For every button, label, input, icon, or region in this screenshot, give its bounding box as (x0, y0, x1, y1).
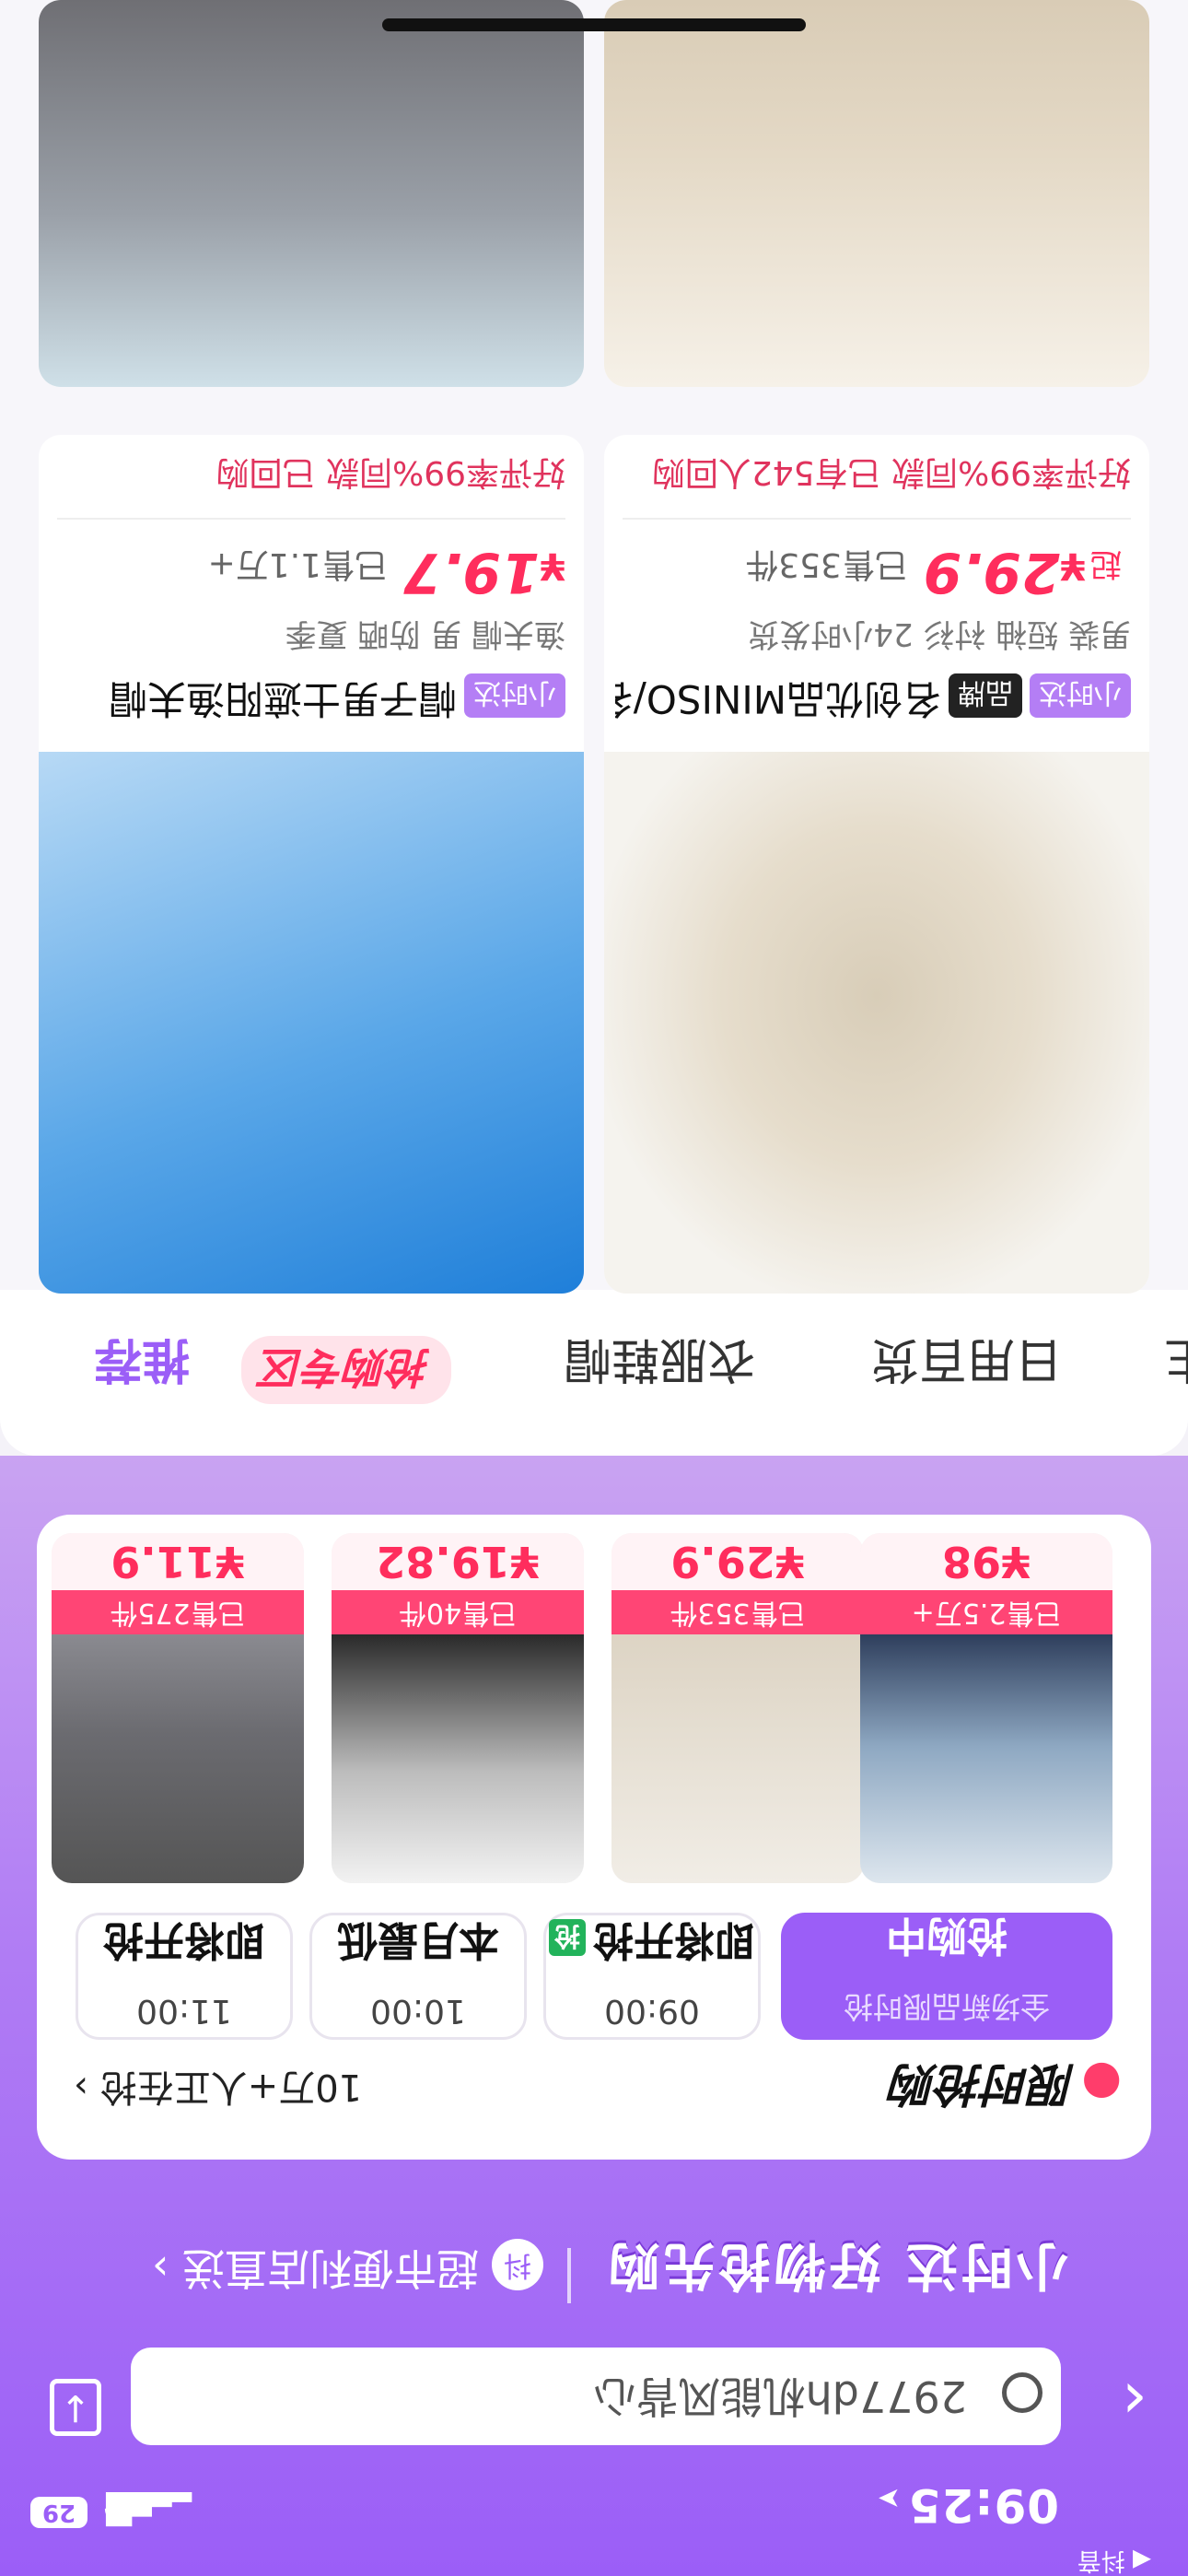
flash-item[interactable]: 已售40件 ¥19.82 (332, 1533, 584, 1883)
share-icon[interactable]: ↓ (50, 2379, 101, 2436)
sold-count: 已售353件 (745, 545, 908, 583)
store-logo-icon: 抖 (492, 2239, 543, 2291)
brand-badge: 品牌 (949, 673, 1022, 719)
product-card[interactable]: 小时达品牌名创优品MINISO/名 男装 短袖 衬衫 24小时发货 起 ¥29.… (604, 435, 1149, 1294)
flash-item[interactable]: 已售275件 ¥11.9 (52, 1533, 304, 1883)
flash-sale-more-text: 10万+人正在抢 (99, 2066, 363, 2108)
product-price-row: 起 ¥29.9 已售353件 (745, 540, 1131, 604)
slot-label: 抢购中 (886, 1912, 1007, 1959)
home-indicator (382, 18, 806, 31)
sold-tag: 已售40件 (332, 1590, 584, 1634)
clock: 09:25➤ (877, 2478, 1059, 2532)
hour-delivery-badge: 小时达 (464, 673, 565, 719)
flash-items: 已售275件 ¥11.9 已售40件 ¥19.82 已售353件 ¥29.9 已… (37, 1533, 1151, 1883)
product-review-note: 好评率99%同款 已有542人回购 (651, 453, 1131, 491)
product-image (860, 1634, 1112, 1883)
slot-label: 即将开抢 (103, 1916, 265, 1963)
item-price: ¥11.9 (52, 1533, 304, 1590)
item-price: ¥98 (860, 1533, 1112, 1590)
back-app-label: 抖音 (1077, 2547, 1125, 2574)
back-arrow-icon[interactable]: ‹ (1122, 2363, 1147, 2439)
wifi-icon: ◠ (102, 2491, 134, 2532)
product-image (332, 1634, 584, 1883)
product-price: 19.7 (403, 540, 541, 604)
sold-tag: 已售353件 (611, 1590, 864, 1634)
promo-store-link[interactable]: 抖超市便利店直送 › (152, 2239, 543, 2302)
promo-banner[interactable]: 小时达 好物抢先购 抖超市便利店直送 › (0, 2217, 1188, 2327)
product-image (39, 0, 584, 387)
product-title: 小时达帽子男士遮阳渔夫帽 (50, 673, 565, 730)
battery-level: 29 (41, 2499, 76, 2526)
time-slots: 11:00 即将开抢 10:00 本月最低 09:00 即将开抢抢 全场新品限时… (37, 1902, 1151, 2040)
flash-sale-more[interactable]: 10万+人正在抢 › (74, 2064, 362, 2117)
slot-label: 即将开抢 (593, 1916, 756, 1963)
product-image (52, 1634, 304, 1883)
currency: ¥ (540, 544, 565, 587)
product-tags: 男装 短袖 衬衫 24小时发货 (748, 615, 1131, 652)
slot-label: 本月最低 (337, 1916, 499, 1963)
search-input[interactable]: 2977dh机能风背心 (131, 2348, 1061, 2445)
flash-sale-card: ●限时抢购 10万+人正在抢 › 11:00 即将开抢 10:00 本月最低 0… (37, 1515, 1151, 2160)
sold-count: 已售1.1万+ (207, 545, 389, 583)
tab-more[interactable]: 生 (1164, 1329, 1188, 1399)
promo-divider (567, 2248, 571, 2303)
product-image (604, 0, 1149, 387)
fire-icon: ● (1081, 2057, 1122, 2111)
product-image (39, 752, 584, 1294)
location-arrow-icon: ➤ (876, 2482, 901, 2514)
product-price-row: ¥19.7 已售1.1万+ (208, 540, 565, 604)
product-image (611, 1634, 864, 1883)
slot-time: 09:00 (604, 1992, 700, 2030)
slot-chip: 抢 (549, 1919, 587, 1956)
search-query: 2977dh机能风背心 (593, 2371, 967, 2421)
product-review-note: 好评率99%同款 已回购 (215, 453, 565, 491)
product-price: 29.9 (924, 540, 1061, 604)
product-tags: 渔夫帽 男 防晒 夏季 (285, 615, 565, 652)
slot-active[interactable]: 全场新品限时抢 抢购中 (781, 1912, 1112, 2040)
slot-time: 11:00 (136, 1992, 232, 2030)
currency: ¥ (1060, 544, 1086, 587)
promo-left-text: 小时达 好物抢先购 (604, 2235, 1069, 2295)
back-to-app[interactable]: ◀ 抖音 (1077, 2546, 1151, 2576)
category-tabs: 推荐 抢购专区 衣服鞋帽 日用百货 生 (0, 1290, 1188, 1456)
flash-item[interactable]: 已售2.5万+ ¥98 (860, 1533, 1112, 1883)
promo-store-text: 超市便利店直送 (182, 2243, 479, 2293)
sold-tag: 已售2.5万+ (860, 1590, 1112, 1634)
slot-time: 10:00 (370, 1992, 466, 2030)
tab-daily-goods[interactable]: 日用百货 (871, 1329, 1063, 1399)
product-card-partial[interactable] (604, 0, 1149, 387)
hour-delivery-badge: 小时达 (1030, 673, 1131, 719)
item-price: ¥19.82 (332, 1533, 584, 1590)
slot-0900[interactable]: 09:00 即将开抢抢 (543, 1913, 761, 2040)
tab-clothing[interactable]: 衣服鞋帽 (564, 1329, 755, 1399)
slot-1100[interactable]: 11:00 即将开抢 (76, 1913, 293, 2040)
slot-1000[interactable]: 10:00 本月最低 (309, 1913, 527, 2040)
slot-subtitle: 全场新品限时抢 (844, 1989, 1051, 2024)
search-row: ‹ 2977dh机能风背心 ↓ (0, 2346, 1188, 2456)
clock-text: 09:25 (907, 2478, 1059, 2532)
price-suffix: 起 (1090, 545, 1122, 582)
product-name: 名创优品MINISO/名 (615, 676, 941, 721)
product-card-partial[interactable] (39, 0, 584, 387)
sold-tag: 已售275件 (52, 1590, 304, 1634)
tab-flash-sale[interactable]: 抢购专区 (241, 1336, 451, 1404)
tab-recommend[interactable]: 推荐 (94, 1329, 190, 1399)
product-name: 帽子男士遮阳渔夫帽 (108, 676, 457, 721)
status-bar: ◀ 抖音 09:25➤ ▂▃▅▇ ◠ 29 (0, 2456, 1188, 2576)
flash-sale-title-text: 限时抢购 (891, 2057, 1077, 2111)
app-screen: ◀ 抖音 09:25➤ ▂▃▅▇ ◠ 29 ‹ 2977dh机能风背心 ↓ 小时… (0, 0, 1188, 2576)
product-card[interactable]: 小时达帽子男士遮阳渔夫帽 渔夫帽 男 防晒 夏季 ¥19.7 已售1.1万+ 好… (39, 435, 584, 1294)
flash-item[interactable]: 已售353件 ¥29.9 (611, 1533, 864, 1883)
product-image (604, 752, 1149, 1294)
search-icon (1002, 2372, 1042, 2414)
divider (623, 518, 1131, 520)
flash-sale-header: ●限时抢购 10万+人正在抢 › (37, 2031, 1151, 2160)
flash-sale-title: ●限时抢购 (891, 2055, 1122, 2121)
item-price: ¥29.9 (611, 1533, 864, 1590)
battery-icon: 29 (30, 2497, 87, 2528)
divider (57, 518, 565, 520)
product-title: 小时达品牌名创优品MINISO/名 (615, 673, 1131, 730)
